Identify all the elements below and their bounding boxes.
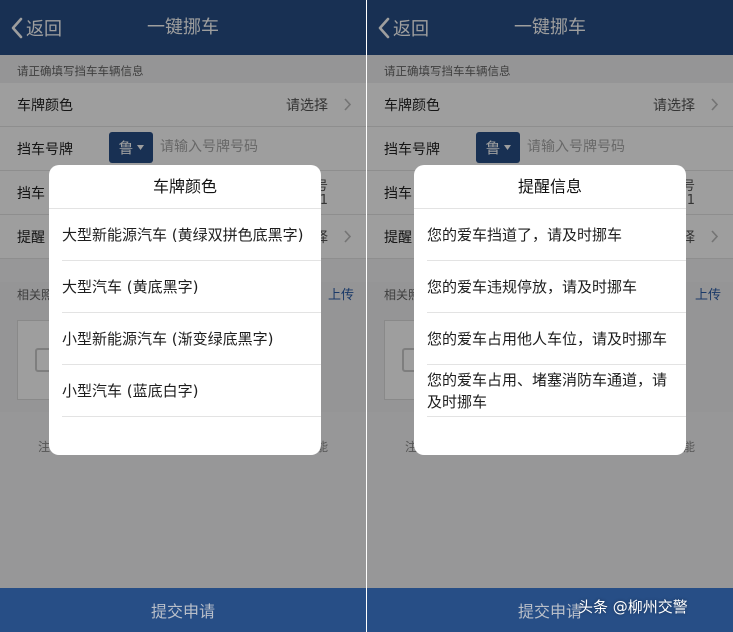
picker-option[interactable]: 您的爱车占用、堵塞消防车通道，请及时挪车	[427, 365, 686, 417]
picker-option[interactable]: 小型汽车 (蓝底白字)	[62, 365, 321, 417]
picker-option[interactable]: 大型新能源汽车 (黄绿双拼色底黑字)	[62, 209, 321, 261]
option-label: 小型新能源汽车 (渐变绿底黑字)	[62, 330, 274, 348]
left-screen: 返回 一键挪车 请正确填写挡车车辆信息 车牌颜色 请选择 挡车号牌 鲁 挡车 号…	[0, 0, 366, 632]
right-screen: 返回 一键挪车 请正确填写挡车车辆信息 车牌颜色 请选择 挡车号牌 鲁 挡车 号…	[367, 0, 733, 632]
plate-color-picker: 车牌颜色 大型新能源汽车 (黄绿双拼色底黑字) 大型汽车 (黄底黑字) 小型新能…	[49, 165, 321, 455]
option-label: 小型汽车 (蓝底白字)	[62, 382, 199, 400]
option-label: 大型汽车 (黄底黑字)	[62, 278, 199, 296]
picker-option[interactable]: 您的爱车占用他人车位，请及时挪车	[427, 313, 686, 365]
submit-label: 提交申请	[150, 602, 215, 621]
option-label: 您的爱车占用、堵塞消防车通道，请及时挪车	[427, 370, 668, 411]
picker-option[interactable]: 您的爱车挡道了，请及时挪车	[427, 209, 686, 261]
option-label: 大型新能源汽车 (黄绿双拼色底黑字)	[62, 226, 304, 244]
option-label: 您的爱车挡道了，请及时挪车	[427, 226, 623, 244]
submit-button[interactable]: 提交申请	[0, 588, 366, 632]
watermark: 头条 @柳州交警	[578, 598, 688, 616]
option-label: 您的爱车占用他人车位，请及时挪车	[427, 329, 668, 348]
picker-option[interactable]: 小型新能源汽车 (渐变绿底黑字)	[62, 313, 321, 365]
modal-title: 车牌颜色	[49, 165, 321, 209]
modal-title: 提醒信息	[414, 165, 686, 209]
picker-option[interactable]: 您的爱车违规停放，请及时挪车	[427, 261, 686, 313]
picker-option[interactable]: 大型汽车 (黄底黑字)	[62, 261, 321, 313]
reminder-message-picker: 提醒信息 您的爱车挡道了，请及时挪车 您的爱车违规停放，请及时挪车 您的爱车占用…	[414, 165, 686, 455]
option-label: 您的爱车违规停放，请及时挪车	[427, 278, 638, 296]
